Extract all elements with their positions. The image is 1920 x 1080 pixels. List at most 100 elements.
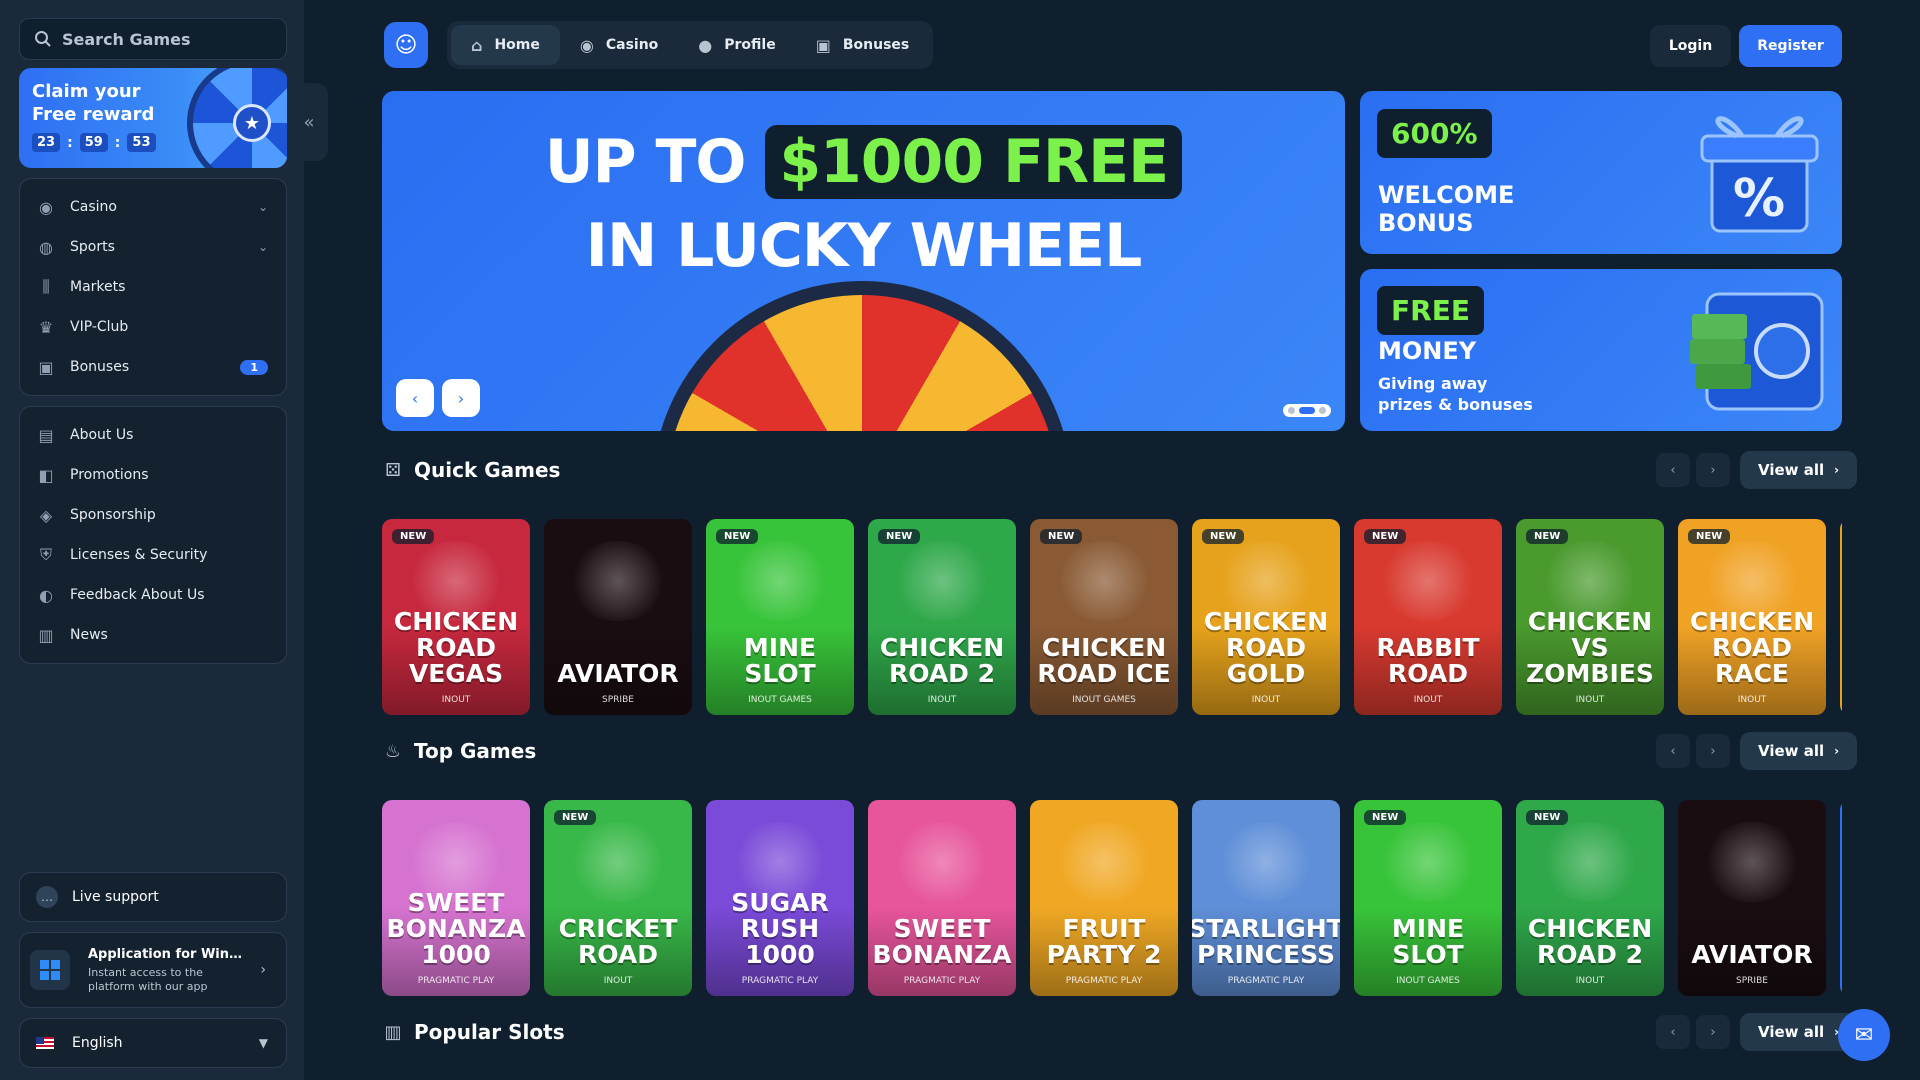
tab-casino[interactable]: ◉ Casino: [560, 25, 678, 65]
register-button[interactable]: Register: [1739, 25, 1842, 67]
carousel-prev-button[interactable]: ‹: [1656, 734, 1690, 768]
game-art: [568, 541, 668, 621]
chevron-left-icon: ‹: [411, 388, 419, 408]
login-button[interactable]: Login: [1650, 25, 1731, 67]
slide-dot[interactable]: [1319, 407, 1326, 414]
sidebar-item-markets[interactable]: ⫼ Markets: [20, 267, 286, 307]
game-card[interactable]: NEW Cricket Road INOUT: [544, 800, 692, 996]
game-card[interactable]: Sugar Rush 1000 PRAGMATIC PLAY: [706, 800, 854, 996]
shield-icon: ⛨: [39, 545, 52, 564]
game-card[interactable]: Sweet Bonanza 1000 PRAGMATIC PLAY: [382, 800, 530, 996]
sidebar-item-promotions[interactable]: ◧ Promotions: [20, 455, 286, 495]
info-menu: ▤ About Us ◧ Promotions ◈ Sponsorship ⛨ License…: [19, 406, 287, 664]
sidebar-item-label: Markets: [70, 279, 126, 295]
sidebar-item-licenses-security[interactable]: ⛨ Licenses & Security: [20, 535, 286, 575]
game-card-peek[interactable]: [1840, 800, 1842, 996]
candles-icon: ⫼: [42, 277, 50, 296]
chevron-left-icon: ‹: [1670, 743, 1676, 759]
carousel-next-button[interactable]: ›: [1696, 1015, 1730, 1049]
sidebar-item-casino[interactable]: ◉ Casino ⌄: [20, 187, 286, 227]
game-art: [1054, 541, 1154, 621]
game-card[interactable]: NEW Chicken Road Vegas INOUT: [382, 519, 530, 715]
timer-separator: :: [114, 134, 121, 151]
search-input[interactable]: [62, 29, 262, 49]
game-card[interactable]: NEW Chicken Road Gold INOUT: [1192, 519, 1340, 715]
game-card[interactable]: NEW Mine Slot INOUT GAMES: [1354, 800, 1502, 996]
user-icon: ●: [698, 35, 713, 55]
windows-app-banner[interactable]: Application for Windows Instant access t…: [19, 932, 287, 1008]
sidebar-item-label: News: [70, 627, 108, 643]
free-money-banner[interactable]: FREE MONEY Giving away prizes & bonuses: [1360, 269, 1842, 431]
free-money-title: MONEY: [1378, 337, 1477, 365]
hero-pagination[interactable]: [1283, 404, 1331, 417]
game-card[interactable]: NEW Chicken Road Race INOUT: [1678, 519, 1826, 715]
game-art: [1378, 541, 1478, 621]
section-title-label: Top Games: [414, 739, 537, 763]
game-name: Fruit Party 2: [1046, 914, 1162, 969]
game-name: Mine Slot: [743, 633, 817, 688]
game-name: Starlight Princess: [1192, 914, 1340, 969]
search-box[interactable]: [19, 18, 287, 60]
tab-label: Bonuses: [842, 37, 910, 53]
tab-home[interactable]: ⌂ Home: [451, 25, 560, 65]
game-card[interactable]: NEW Mine Slot INOUT GAMES: [706, 519, 854, 715]
view-all-label: View all: [1758, 1023, 1825, 1041]
sidebar-item-about-us[interactable]: ▤ About Us: [20, 415, 286, 455]
game-card-peek[interactable]: [1840, 519, 1842, 715]
game-card[interactable]: Aviator SPRIBE: [1678, 800, 1826, 996]
live-support-label: Live support: [72, 889, 159, 905]
game-card[interactable]: NEW Chicken Road 2 INOUT: [1516, 800, 1664, 996]
sidebar-item-news[interactable]: ▥ News: [20, 615, 286, 655]
game-provider: INOUT: [1251, 695, 1281, 705]
game-card[interactable]: NEW Chicken VS Zombies INOUT: [1516, 519, 1664, 715]
section-title-label: Quick Games: [414, 458, 561, 482]
sidebar-item-sports[interactable]: ◍ Sports ⌄: [20, 227, 286, 267]
game-card[interactable]: Aviator SPRIBE: [544, 519, 692, 715]
game-name: Aviator: [557, 659, 679, 688]
timer-seconds: 53: [127, 133, 156, 152]
sidebar-item-sponsorship[interactable]: ◈ Sponsorship: [20, 495, 286, 535]
view-all-button[interactable]: View all ›: [1740, 732, 1858, 770]
sidebar-item-vip-club[interactable]: ♛ VIP-Club: [20, 307, 286, 347]
game-card[interactable]: NEW Rabbit Road INOUT: [1354, 519, 1502, 715]
view-all-button[interactable]: View all ›: [1740, 451, 1858, 489]
game-provider: PRAGMATIC PLAY: [1227, 976, 1305, 986]
search-icon: [35, 31, 51, 47]
language-selector[interactable]: English ▼: [19, 1018, 287, 1068]
sidebar-item-feedback-about-us[interactable]: ◐ Feedback About Us: [20, 575, 286, 615]
section-title: ▥ Popular Slots: [382, 1020, 564, 1044]
reward-title: Claim your Free reward: [32, 81, 155, 125]
sidebar-item-bonuses[interactable]: ▣ Bonuses 1: [20, 347, 286, 387]
welcome-bonus-banner[interactable]: 600% WELCOME BONUS %: [1360, 91, 1842, 254]
free-reward-banner[interactable]: Claim your Free reward 23 : 59 : 53 ★: [19, 68, 287, 168]
tab-profile[interactable]: ● Profile: [678, 25, 795, 65]
carousel-next-button[interactable]: ›: [1696, 453, 1730, 487]
game-card[interactable]: Fruit Party 2 PRAGMATIC PLAY: [1030, 800, 1178, 996]
carousel-next-button[interactable]: ›: [1696, 734, 1730, 768]
game-provider: PRAGMATIC PLAY: [417, 976, 495, 986]
game-name: Sweet Bonanza 1000: [386, 888, 526, 969]
game-card[interactable]: NEW Chicken Road Ice INOUT GAMES: [1030, 519, 1178, 715]
game-card[interactable]: NEW Chicken Road 2 INOUT: [868, 519, 1016, 715]
reward-wheel-icon: ★: [187, 68, 287, 168]
chevron-down-icon: ▼: [258, 1036, 268, 1050]
site-logo[interactable]: ☺: [384, 22, 428, 68]
live-support-button[interactable]: … Live support: [19, 872, 287, 922]
new-badge: NEW: [716, 529, 759, 544]
game-card[interactable]: Sweet Bonanza PRAGMATIC PLAY: [868, 800, 1016, 996]
hero-prev-button[interactable]: ‹: [396, 379, 434, 417]
hero-banner[interactable]: UP TO $1000 FREE IN LUCKY WHEEL ‹ ›: [382, 91, 1345, 431]
windows-icon: [30, 950, 70, 990]
carousel-prev-button[interactable]: ‹: [1656, 1015, 1690, 1049]
chevron-right-icon: ›: [1834, 463, 1840, 477]
carousel-prev-button[interactable]: ‹: [1656, 453, 1690, 487]
tab-bonuses[interactable]: ▣ Bonuses: [796, 25, 930, 65]
slide-dot[interactable]: [1288, 407, 1295, 414]
slide-dot[interactable]: [1299, 407, 1315, 414]
chat-widget-button[interactable]: ✉: [1838, 1009, 1890, 1061]
game-art: [1054, 822, 1154, 902]
hero-next-button[interactable]: ›: [442, 379, 480, 417]
sidebar-item-label: Sponsorship: [70, 507, 156, 523]
game-card[interactable]: Starlight Princess PRAGMATIC PLAY: [1192, 800, 1340, 996]
collapse-sidebar-button[interactable]: «: [290, 83, 328, 161]
